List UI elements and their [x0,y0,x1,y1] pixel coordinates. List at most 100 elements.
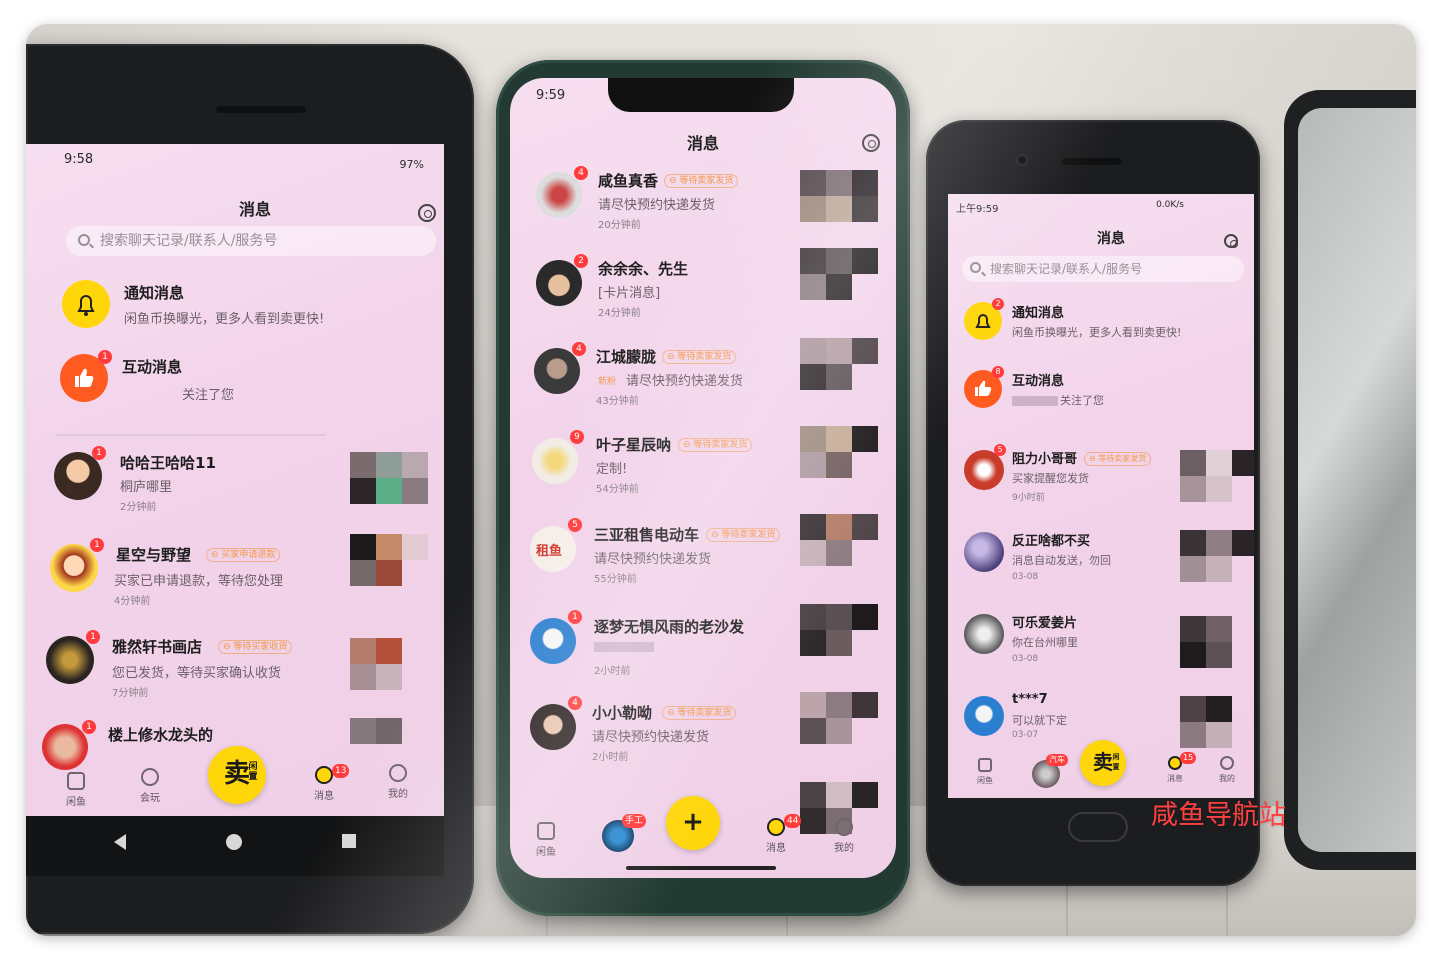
tab-home[interactable]: 闲鱼 [970,758,1000,786]
chat-text: 桐庐哪里 [120,480,173,495]
car-badge: 汽车 [1046,754,1068,766]
settings-gear-icon[interactable] [418,204,436,222]
chat-name: 江城朦胧 [596,348,657,366]
status-bar: 上午9:59 0.0K/s [948,194,1254,224]
chat-time: 55分钟前 [594,574,637,585]
tab-home[interactable]: 闲鱼 [526,822,566,858]
interact-row[interactable]: 8 互动消息 关注了您 [948,366,1254,426]
battery-level: 97% [399,158,424,171]
tab-home[interactable]: 闲鱼 [56,772,96,808]
earpiece [1062,158,1122,165]
status-time: 9:58 [64,152,94,167]
status-tag: 等待卖家发货 [678,438,753,452]
plus-button[interactable]: + [666,796,720,850]
avatar [964,614,1004,654]
search-input[interactable]: 搜索聊天记录/联系人/服务号 [962,256,1244,282]
tab-label: 消息 [1167,774,1183,783]
tab-me[interactable]: 我的 [1212,756,1242,784]
chat-name: 哈哈王哈哈11 [120,454,216,472]
phone-left: 9:58 97% 消息 搜索聊天记录/联系人/服务号 通知消息 闲鱼币换曝光，更… [26,44,474,934]
status-time: 9:59 [536,88,566,103]
chat-text: 请尽快预约快递发货 [592,730,710,745]
chat-name: 余余余、先生 [598,260,689,278]
unread-badge: 1 [82,720,96,734]
messages-badge: 44 [784,814,802,828]
tab-bar: 闲鱼 手工 + 消息 44 我的 [510,796,896,874]
tab-me[interactable]: 我的 [824,818,864,854]
interact-name: 互动消息 [122,358,183,376]
page-title: 消息 [686,134,719,153]
notify-row[interactable]: 2 通知消息 闲鱼币换曝光，更多人看到卖更快! [948,298,1254,358]
chat-name: 逐梦无惧风雨的老沙发 [594,618,745,636]
sell-button[interactable]: 卖闲置 [1080,740,1126,786]
tab-messages[interactable]: 消息 15 [1160,752,1197,784]
sell-button[interactable]: 卖闲置 [208,746,266,804]
profile-icon [835,818,853,836]
notify-name: 通知消息 [1012,306,1065,321]
chat-time: 2小时前 [594,666,631,677]
tab-play[interactable]: 会玩 [130,768,170,804]
chat-name: 三亚租售电动车 [594,526,700,544]
phone-right: 上午9:59 0.0K/s 消息 搜索聊天记录/联系人/服务号 2 通知消息 闲… [926,120,1260,886]
settings-gear-icon[interactable] [1224,234,1238,248]
watermark: 咸鱼导航站 [1151,800,1286,831]
search-input[interactable]: 搜索聊天记录/联系人/服务号 [66,226,436,256]
notify-text: 闲鱼币换曝光，更多人看到卖更快! [124,312,325,327]
screen-middle: 9:59 消息 4 咸鱼真香 等待卖家发货 请尽快预约快递发货 20分钟前 2 … [510,78,896,878]
chat-text: 定制! [596,462,628,477]
messages-badge: 13 [332,764,350,778]
chat-name: 咸鱼真香 [598,172,659,190]
search-icon [970,262,981,273]
craft-badge: 手工 [622,814,647,828]
chat-text: 请尽快预约快递发货 [594,552,712,567]
screen-left: 9:58 97% 消息 搜索聊天记录/联系人/服务号 通知消息 闲鱼币换曝光，更… [26,144,444,816]
play-icon [141,768,159,786]
chat-time: 03-07 [1012,730,1039,740]
chat-time: 20分钟前 [598,220,641,231]
unread-badge: 1 [90,538,104,552]
avatar: 租鱼 [530,526,576,572]
tab-bar: 闲鱼 会玩 卖闲置 消息 13 我的 [26,746,444,816]
chat-text: [卡片消息] [598,286,661,301]
notify-row[interactable]: 通知消息 闲鱼币换曝光，更多人看到卖更快! [26,276,444,346]
notify-name: 通知消息 [124,284,185,302]
nav-buttons[interactable] [26,816,444,876]
home-icon [537,822,555,840]
status-bar: 9:59 [510,78,896,108]
unread-badge: 2 [574,254,588,268]
avatar [964,532,1004,572]
tab-label: 闲鱼 [536,847,556,858]
tab-me[interactable]: 我的 [378,764,418,800]
tab-messages[interactable]: 消息 44 [756,814,802,854]
status-tag: 等待卖家发货 [706,528,781,542]
chat-name: 星空与野望 [116,546,192,564]
avatar [530,704,576,750]
search-icon [78,234,90,246]
settings-gear-icon[interactable] [862,134,880,152]
notify-badge: 2 [992,298,1004,310]
chat-time: 03-08 [1012,654,1039,664]
tab-label: 我的 [388,789,408,800]
chat-text: 您已发货，等待买家确认收货 [112,666,282,681]
interact-text: 关注了您 [1060,394,1104,407]
photo-frame: 9:58 97% 消息 搜索聊天记录/联系人/服务号 通知消息 闲鱼币换曝光，更… [26,24,1416,936]
chat-text: 买家已申请退款，等待您处理 [114,574,284,589]
unread-badge: 4 [572,342,586,356]
tab-messages[interactable]: 消息 13 [304,764,350,802]
chat-text: 你在台州哪里 [1012,636,1078,649]
chat-time: 43分钟前 [596,396,639,407]
home-icon [978,758,992,772]
status-tag: 等待卖家发货 [1084,452,1152,466]
notify-text: 闲鱼币换曝光，更多人看到卖更快! [1012,326,1182,339]
chat-time: 2分钟前 [120,502,157,513]
interact-row[interactable]: 1 互动消息 关注了您 [26,350,444,420]
unread-badge: 5 [568,518,582,532]
phone-partial [1284,90,1416,870]
chat-time: 2小时前 [592,752,629,763]
screen-right: 上午9:59 0.0K/s 消息 搜索聊天记录/联系人/服务号 2 通知消息 闲… [948,194,1254,798]
home-button[interactable] [1068,812,1128,842]
unread-badge: 1 [568,610,582,624]
avatar [50,544,98,592]
chat-name: 阻力小哥哥 [1012,452,1078,467]
unread-badge: 1 [92,446,106,460]
